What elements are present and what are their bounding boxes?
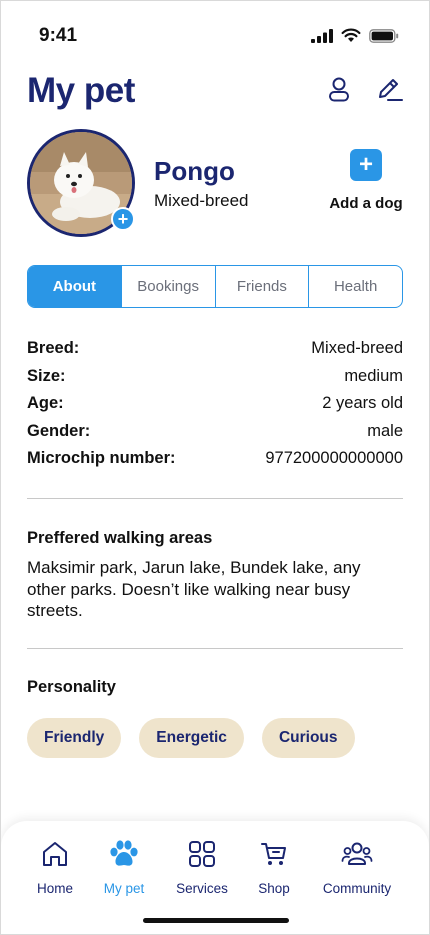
detail-row-age: Age: 2 years old [27,390,403,418]
signal-icon [311,28,333,43]
detail-row-size: Size: medium [27,363,403,391]
pet-details: Breed: Mixed-breed Size: medium Age: 2 y… [27,335,403,473]
page-title: My pet [27,71,135,110]
pet-tabs: About Bookings Friends Health [27,265,403,308]
app-screen: 9:41 My pet + Pongo Mixed-breed + Add a … [0,0,430,935]
detail-label: Size: [27,366,66,385]
detail-label: Gender: [27,421,91,440]
detail-label: Age: [27,394,64,413]
paw-icon [110,840,138,866]
detail-label: Microchip number: [27,449,176,468]
bottom-nav: Home My pet Services Shop Community [1,821,429,934]
personality-title: Personality [27,678,116,696]
detail-label: Breed: [27,339,80,358]
trait-chip: Energetic [139,718,244,758]
pet-breed: Mixed-breed [154,191,249,210]
home-icon [43,842,67,866]
divider [27,648,403,649]
battery-icon [369,28,399,43]
walking-areas-text: Maksimir park, Jarun lake, Bundek lake, … [27,558,361,620]
detail-value: Mixed-breed [311,339,403,358]
tab-friends[interactable]: Friends [214,266,309,307]
personality-chips: Friendly Energetic Curious [27,718,355,758]
grid-icon [189,841,215,867]
cart-icon [261,843,286,865]
status-icons [311,28,399,43]
detail-row-breed: Breed: Mixed-breed [27,335,403,363]
community-icon [341,842,373,865]
pet-name: Pongo [154,156,235,186]
profile-button[interactable] [325,75,353,103]
add-photo-button[interactable]: + [111,207,135,231]
edit-button[interactable] [375,75,403,103]
detail-value: 2 years old [322,394,403,413]
nav-my-pet[interactable]: My pet [79,837,169,896]
home-indicator[interactable] [143,918,289,923]
trait-chip: Curious [261,718,355,758]
detail-value: medium [344,366,403,385]
nav-shop[interactable]: Shop [229,837,319,896]
nav-label: My pet [103,881,145,896]
plus-icon: + [350,149,382,181]
nav-label: Community [322,881,392,896]
tab-health[interactable]: Health [308,266,402,307]
walking-areas-title: Preffered walking areas [27,529,213,547]
header: My pet [27,67,403,115]
tab-bookings[interactable]: Bookings [120,266,215,307]
detail-row-gender: Gender: male [27,418,403,446]
add-dog-button[interactable]: + Add a dog [327,149,405,212]
detail-row-microchip: Microchip number: 977200000000000 [27,445,403,473]
divider [27,498,403,499]
nav-community[interactable]: Community [312,837,402,896]
detail-value: male [367,421,403,440]
status-time: 9:41 [39,25,78,46]
status-bar: 9:41 [1,1,429,61]
user-icon [329,77,349,102]
pencil-icon [379,79,403,101]
pet-avatar[interactable]: + [27,129,135,237]
tab-about[interactable]: About [28,266,121,307]
wifi-icon [341,28,361,42]
detail-value: 977200000000000 [265,449,403,468]
trait-chip: Friendly [27,718,122,758]
nav-label: Shop [258,881,290,896]
add-dog-label: Add a dog [329,195,403,212]
